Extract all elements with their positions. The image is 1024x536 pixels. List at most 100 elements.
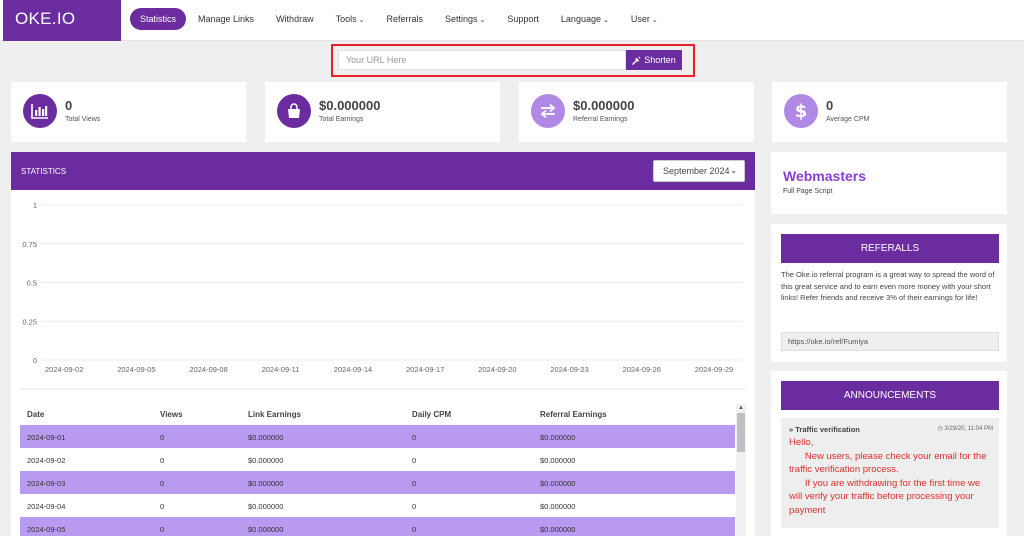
x-tick-label: 2024-09-14: [334, 365, 372, 374]
x-tick-label: 2024-09-26: [623, 365, 661, 374]
stat-value: 0: [826, 98, 834, 113]
column-header[interactable]: Views: [160, 410, 183, 419]
stat-value: 0: [65, 98, 73, 113]
table-cell: 2024-09-02: [27, 456, 66, 465]
table-row: 2024-09-04 0 $0.000000 0 $0.000000: [20, 494, 735, 517]
nav-item-label: User: [630, 14, 650, 24]
nav-item-label: Referrals: [386, 14, 423, 24]
webmasters-title[interactable]: Webmasters: [783, 168, 866, 184]
table-cell: $0.000000: [540, 433, 576, 442]
nav-item-language[interactable]: Language ⌄: [551, 8, 619, 30]
nav-item-statistics[interactable]: Statistics: [130, 8, 187, 30]
nav-item-label: Settings: [444, 14, 478, 24]
nav-item-withdraw[interactable]: Withdraw: [266, 8, 324, 30]
column-header[interactable]: Referral Earnings: [540, 410, 607, 419]
shorten-button[interactable]: Shorten: [626, 50, 682, 70]
table-cell: 0: [160, 525, 165, 534]
nav-item-label: Statistics: [140, 14, 177, 24]
table-cell: $0.000000: [248, 479, 284, 488]
announcement-title: » Traffic verification: [789, 425, 860, 434]
table-cell: $0.000000: [540, 479, 576, 488]
table-row: 2024-09-01 0 $0.000000 0 $0.000000: [20, 425, 735, 448]
brand-logo[interactable]: OKE.IO: [3, 0, 121, 41]
stat-label: Total Views: [65, 116, 101, 123]
table-cell: $0.000000: [540, 525, 576, 534]
scroll-thumb[interactable]: [737, 413, 745, 452]
stat-value: $0.000000: [573, 98, 635, 113]
y-tick-label: 0.25: [22, 317, 37, 326]
nav-item-user[interactable]: User ⌄: [621, 8, 668, 30]
stat-label: Total Earnings: [319, 116, 364, 123]
table-cell: $0.000000: [248, 525, 284, 534]
nav-item-referrals[interactable]: Referrals: [376, 8, 433, 30]
referrals-description: The Oke.io referral program is a great w…: [781, 270, 995, 302]
table-header: Date Views Link Earnings Daily CPM Referral …: [20, 404, 735, 424]
announcement-date-text: 3/29/20, 11:04 PM: [944, 426, 993, 432]
column-header[interactable]: Daily CPM: [412, 410, 451, 419]
chevron-down-icon: ⌄: [358, 17, 365, 24]
table-cell: $0.000000: [248, 433, 284, 442]
announcement-title-text: Traffic verification: [795, 425, 860, 434]
table-cell: 0: [412, 525, 417, 534]
webmasters-subtitle: Full Page Script: [783, 188, 833, 195]
chevron-down-icon: ⌄: [651, 17, 658, 24]
table-row: 2024-09-02 0 $0.000000 0 $0.000000: [20, 448, 735, 471]
column-header[interactable]: Date: [27, 410, 44, 419]
stat-label: Referral Earnings: [573, 116, 628, 123]
statistics-header: STATISTICS September 2024 ⌄: [11, 152, 755, 190]
x-tick-label: 2024-09-20: [478, 365, 516, 374]
column-header[interactable]: Link Earnings: [248, 410, 301, 419]
dollar-icon: $: [784, 94, 818, 128]
announcement-item: » Traffic verification ◷ 3/29/20, 11:04 …: [781, 418, 999, 528]
table-cell: 0: [412, 479, 417, 488]
month-select-value: September 2024: [663, 166, 730, 176]
y-tick-label: 0.5: [27, 279, 37, 288]
nav-item-manage-links[interactable]: Manage Links: [188, 8, 264, 30]
table-cell: 0: [412, 502, 417, 511]
announcements-title: ANNOUNCEMENTS: [781, 381, 999, 410]
month-select[interactable]: September 2024 ⌄: [653, 160, 745, 182]
x-tick-label: 2024-09-02: [45, 365, 83, 374]
referral-link-field[interactable]: https://oke.io/ref/Fumiya: [781, 332, 999, 351]
y-tick-label: 0: [33, 356, 37, 365]
table-cell: 0: [412, 433, 417, 442]
table-cell: $0.000000: [248, 502, 284, 511]
nav-item-label: Support: [507, 14, 539, 24]
statistics-table: Date Views Link Earnings Daily CPM Referral …: [20, 404, 746, 536]
url-input[interactable]: [338, 50, 626, 70]
chevron-down-icon: ⌄: [602, 17, 609, 24]
statistics-panel: STATISTICS September 2024 ⌄ 1 0.75 0.5 0.25…: [11, 152, 755, 536]
table-cell: $0.000000: [540, 502, 576, 511]
bar-chart-icon: [23, 94, 57, 128]
referrals-title: REFERALLS: [781, 234, 999, 263]
referrals-panel: REFERALLS The Oke.io referral program is…: [771, 224, 1007, 362]
stat-card-total-views: 0 Total Views: [11, 82, 246, 142]
nav-item-label: Withdraw: [276, 14, 314, 24]
scroll-up-icon[interactable]: ▲: [736, 404, 746, 413]
table-cell: 2024-09-03: [27, 479, 66, 488]
table-cell: 2024-09-04: [27, 502, 66, 511]
x-tick-label: 2024-09-05: [117, 365, 155, 374]
nav-item-tools[interactable]: Tools ⌄: [326, 8, 375, 30]
table-cell: 0: [160, 433, 165, 442]
stat-card-average-cpm: $ 0 Average CPM: [772, 82, 1007, 142]
table-cell: 0: [160, 502, 165, 511]
webmasters-card: Webmasters Full Page Script: [771, 152, 1007, 214]
table-cell: 2024-09-01: [27, 433, 66, 442]
shorten-button-label: Shorten: [644, 55, 676, 65]
nav-item-label: Language: [560, 14, 601, 24]
x-tick-label: 2024-09-11: [262, 365, 300, 374]
table-row: 2024-09-03 0 $0.000000 0 $0.000000: [20, 471, 735, 494]
nav-item-support[interactable]: Support: [497, 8, 549, 30]
nav-item-settings[interactable]: Settings ⌄: [435, 8, 495, 30]
stat-label: Average CPM: [826, 116, 870, 123]
main-menu: Statistics Manage Links Withdraw Tools ⌄ Refe…: [130, 8, 670, 30]
chevron-down-icon: ⌄: [730, 166, 737, 175]
x-tick-label: 2024-09-17: [406, 365, 444, 374]
nav-item-label: Manage Links: [198, 14, 255, 24]
x-tick-label: 2024-09-29: [695, 365, 733, 374]
table-cell: $0.000000: [540, 456, 576, 465]
table-cell: 0: [160, 479, 165, 488]
announcement-body: Hello, New users, please check your emai…: [789, 437, 987, 516]
announcement-date: ◷ 3/29/20, 11:04 PM: [938, 425, 994, 432]
